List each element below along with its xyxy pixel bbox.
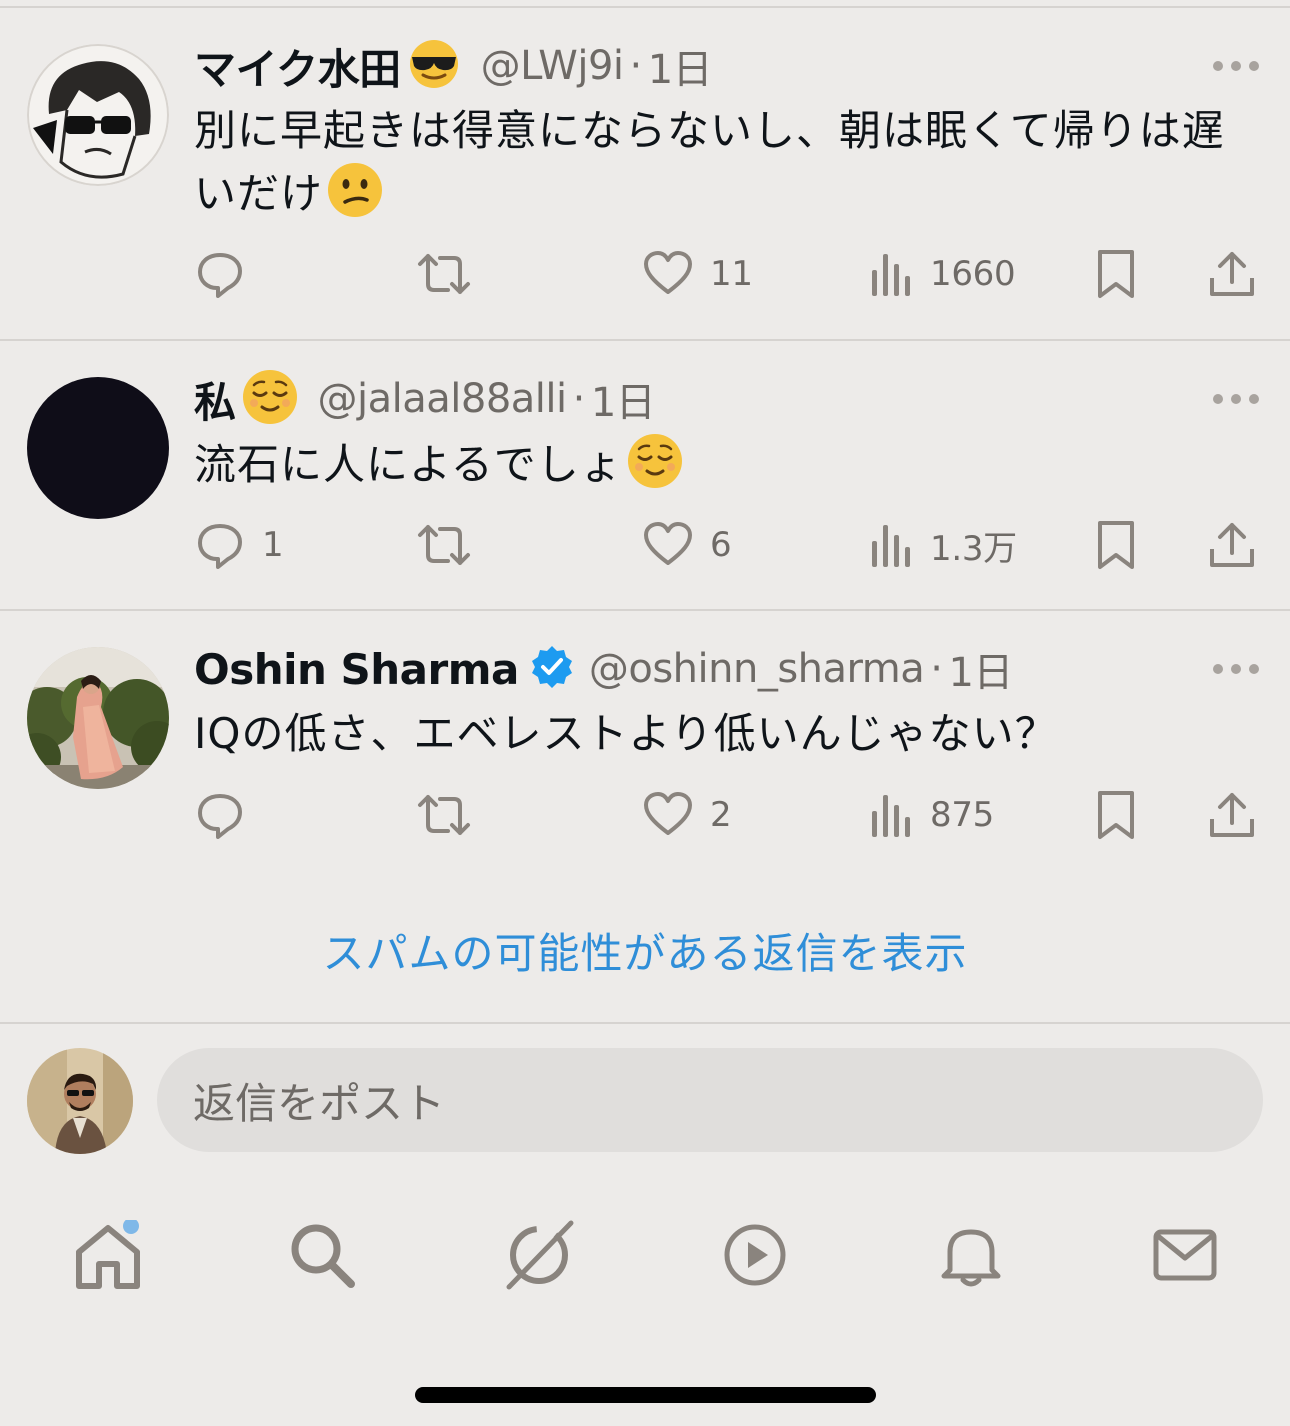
tweet-text: 別に早起きは得意にならないし、朝は眠くて帰りは遅いだけ	[194, 100, 1254, 235]
heart-icon	[644, 792, 692, 835]
analytics-icon	[872, 525, 910, 567]
views-count: 1.3万	[930, 528, 1017, 569]
display-name[interactable]: マイク水田	[194, 36, 401, 97]
nav-grok[interactable]	[484, 1200, 594, 1310]
nav-home[interactable]	[53, 1200, 163, 1310]
timestamp[interactable]: 1日	[948, 640, 1013, 698]
share-icon	[1210, 523, 1254, 567]
avatar[interactable]	[27, 377, 169, 519]
more-options-icon[interactable]	[1210, 56, 1262, 76]
reply-divider	[0, 1022, 1290, 1024]
bookmark-icon	[1098, 791, 1134, 839]
bookmark-button[interactable]	[1094, 244, 1138, 304]
dot-separator: ·	[930, 646, 943, 692]
tweet-actions: 2 875	[0, 785, 1290, 845]
display-name[interactable]: 私	[194, 369, 236, 430]
more-options-icon[interactable]	[1210, 659, 1262, 679]
tweet-actions: 1 6 1.3万	[0, 515, 1290, 575]
reply-button[interactable]	[194, 244, 262, 304]
analytics-icon	[872, 795, 910, 837]
grok-icon	[506, 1220, 574, 1290]
views-button[interactable]: 875	[870, 785, 994, 845]
relieved-emoji-icon	[242, 369, 298, 429]
share-icon	[1210, 252, 1254, 296]
bookmark-icon	[1098, 521, 1134, 569]
tweet-2[interactable]: 私 @jalaal88alli · 1日 流石に人によるでしょ 1 6 1.3万	[0, 341, 1290, 609]
like-count: 2	[710, 795, 732, 835]
nav-search[interactable]	[267, 1200, 377, 1310]
timestamp[interactable]: 1日	[591, 370, 656, 428]
reply-icon	[198, 794, 242, 839]
reply-placeholder: 返信をポスト	[193, 1078, 446, 1128]
share-button[interactable]	[1208, 785, 1256, 845]
retweet-button[interactable]	[416, 515, 488, 575]
avatar[interactable]	[27, 647, 169, 789]
tweet-actions: 11 1660	[0, 244, 1290, 304]
tweet-1[interactable]: マイク水田 @LWj9i · 1日 別に早起きは得意にならないし、朝は眠くて帰り…	[0, 0, 1290, 340]
nav-messages[interactable]	[1130, 1200, 1240, 1310]
retweet-button[interactable]	[416, 244, 488, 304]
bookmark-button[interactable]	[1094, 785, 1138, 845]
messages-icon	[1153, 1229, 1217, 1281]
tweet-3[interactable]: Oshin Sharma @oshinn_sharma · 1日 IQの低さ、エ…	[0, 611, 1290, 871]
user-handle[interactable]: @oshinn_sharma	[589, 646, 925, 692]
retweet-icon	[418, 525, 470, 565]
like-button[interactable]: 6	[642, 515, 732, 575]
user-handle[interactable]: @jalaal88alli	[318, 376, 568, 422]
reply-button[interactable]	[194, 785, 262, 845]
reply-icon	[198, 253, 242, 298]
notifications-icon	[941, 1229, 1001, 1287]
user-handle[interactable]: @LWj9i	[481, 43, 624, 89]
dot-separator: ·	[572, 376, 586, 422]
dot-separator: ·	[629, 43, 643, 89]
heart-icon	[644, 522, 692, 565]
reply-icon	[198, 524, 242, 569]
heart-icon	[644, 251, 692, 294]
home-indicator[interactable]	[415, 1387, 876, 1403]
like-count: 11	[710, 254, 753, 294]
like-button[interactable]: 2	[642, 785, 732, 845]
retweet-icon	[418, 254, 470, 294]
reply-count: 1	[262, 525, 284, 565]
home-icon	[76, 1220, 140, 1289]
reply-input[interactable]: 返信をポスト	[157, 1048, 1263, 1152]
search-icon	[291, 1224, 355, 1288]
views-count: 1660	[930, 254, 1016, 294]
nav-video[interactable]	[700, 1200, 810, 1310]
tweet-header: 私 @jalaal88alli · 1日	[194, 367, 656, 431]
retweet-icon	[418, 795, 470, 835]
bookmark-button[interactable]	[1094, 515, 1138, 575]
tweet-text: IQの低さ、エベレストより低いんじゃない？	[194, 703, 1254, 765]
share-button[interactable]	[1208, 515, 1256, 575]
sunglasses-emoji-icon	[407, 39, 461, 93]
verified-badge-icon	[529, 644, 575, 694]
nav-notifications[interactable]	[916, 1200, 1026, 1310]
more-options-icon[interactable]	[1210, 389, 1262, 409]
reply-button[interactable]: 1	[194, 515, 284, 575]
share-icon	[1210, 793, 1254, 837]
tweet-text: 流石に人によるでしょ	[194, 433, 1254, 506]
bookmark-icon	[1098, 250, 1134, 298]
tweet-header: Oshin Sharma @oshinn_sharma · 1日	[194, 637, 1013, 701]
views-button[interactable]: 1660	[870, 244, 1016, 304]
my-avatar[interactable]	[27, 1048, 133, 1154]
retweet-button[interactable]	[416, 785, 488, 845]
like-button[interactable]: 11	[642, 244, 753, 304]
tweet-text-content: IQの低さ、エベレストより低いんじゃない？	[194, 709, 1058, 758]
share-button[interactable]	[1208, 244, 1256, 304]
timestamp[interactable]: 1日	[648, 37, 713, 95]
show-spam-replies-link[interactable]: スパムの可能性がある返信を表示	[0, 920, 1290, 981]
tweet-header: マイク水田 @LWj9i · 1日	[194, 34, 713, 98]
tweet-text-content: 流石に人によるでしょ	[194, 440, 623, 489]
views-button[interactable]: 1.3万	[870, 515, 1017, 575]
display-name[interactable]: Oshin Sharma	[194, 645, 519, 694]
analytics-icon	[872, 254, 910, 296]
avatar[interactable]	[27, 44, 169, 186]
confused-emoji-icon	[327, 162, 383, 235]
video-icon	[724, 1224, 786, 1286]
relieved-emoji-icon	[627, 433, 683, 506]
views-count: 875	[930, 795, 994, 835]
bottom-navigation	[0, 1200, 1290, 1310]
like-count: 6	[710, 525, 732, 565]
